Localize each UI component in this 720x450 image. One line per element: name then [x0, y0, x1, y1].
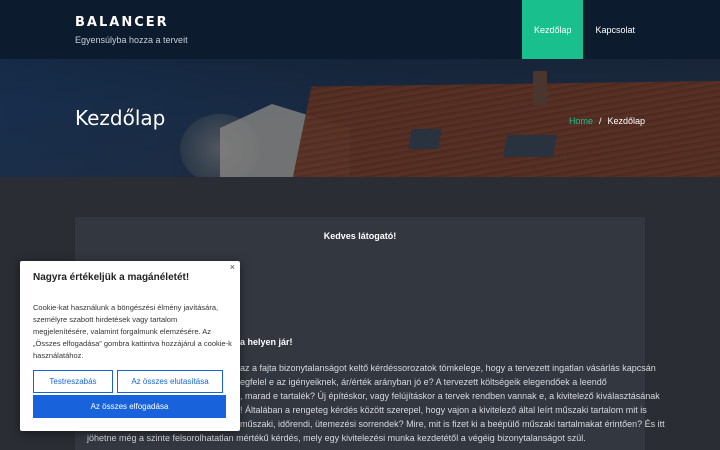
hero-banner: Kezdőlap Home / Kezdőlap [0, 59, 720, 177]
breadcrumb-separator: / [598, 116, 602, 126]
page-title: Kezdőlap [75, 106, 166, 130]
customize-button[interactable]: Testreszabás [33, 370, 113, 393]
close-icon[interactable]: × [230, 262, 235, 272]
greeting-heading: Kedves látogató! [323, 231, 397, 241]
site-header: BALANCER Egyensúlyba hozza a terveit Kez… [0, 0, 720, 59]
main-nav: Kezdőlap Kapcsolat [521, 0, 720, 59]
brand[interactable]: BALANCER Egyensúlyba hozza a terveit [75, 15, 188, 45]
breadcrumb-current: Kezdőlap [607, 116, 645, 126]
nav-item-contact[interactable]: Kapcsolat [583, 0, 720, 59]
site-tagline: Egyensúlyba hozza a terveit [75, 35, 188, 45]
paragraph-line: ! Általában a rengeteg kérdés között sze… [240, 405, 647, 415]
paragraph-line: , marad e tartalék? Új építéskor, vagy f… [240, 391, 660, 401]
cookie-title: Nagyra értékeljük a magánéletét! [33, 272, 190, 283]
cookie-description: Cookie-kat használunk a böngészési élmén… [33, 303, 232, 360]
bold-intro-line: a helyen jár! [240, 337, 293, 347]
paragraph-line: egfelel e az igényeiknek, ár/érték arány… [240, 377, 607, 387]
breadcrumb: Home / Kezdőlap [569, 116, 645, 126]
cookie-consent-dialog: × Nagyra értékeljük a magánéletét! Cooki… [20, 261, 240, 431]
nav-item-home[interactable]: Kezdőlap [521, 0, 584, 59]
reject-all-button[interactable]: Az összes elutasítása [117, 370, 223, 393]
breadcrumb-home-link[interactable]: Home [569, 116, 593, 126]
accept-all-button[interactable]: Az összes elfogadása [33, 395, 226, 418]
paragraph-line: jöhetne még a szinte felsorolhatatlan mé… [87, 433, 586, 443]
site-title[interactable]: BALANCER [75, 15, 188, 30]
paragraph-line: az a fajta bizonytalanságot keltő kérdés… [240, 363, 656, 373]
paragraph-line: műszaki, időrendi, ütemezési sorrendek? … [240, 419, 665, 429]
